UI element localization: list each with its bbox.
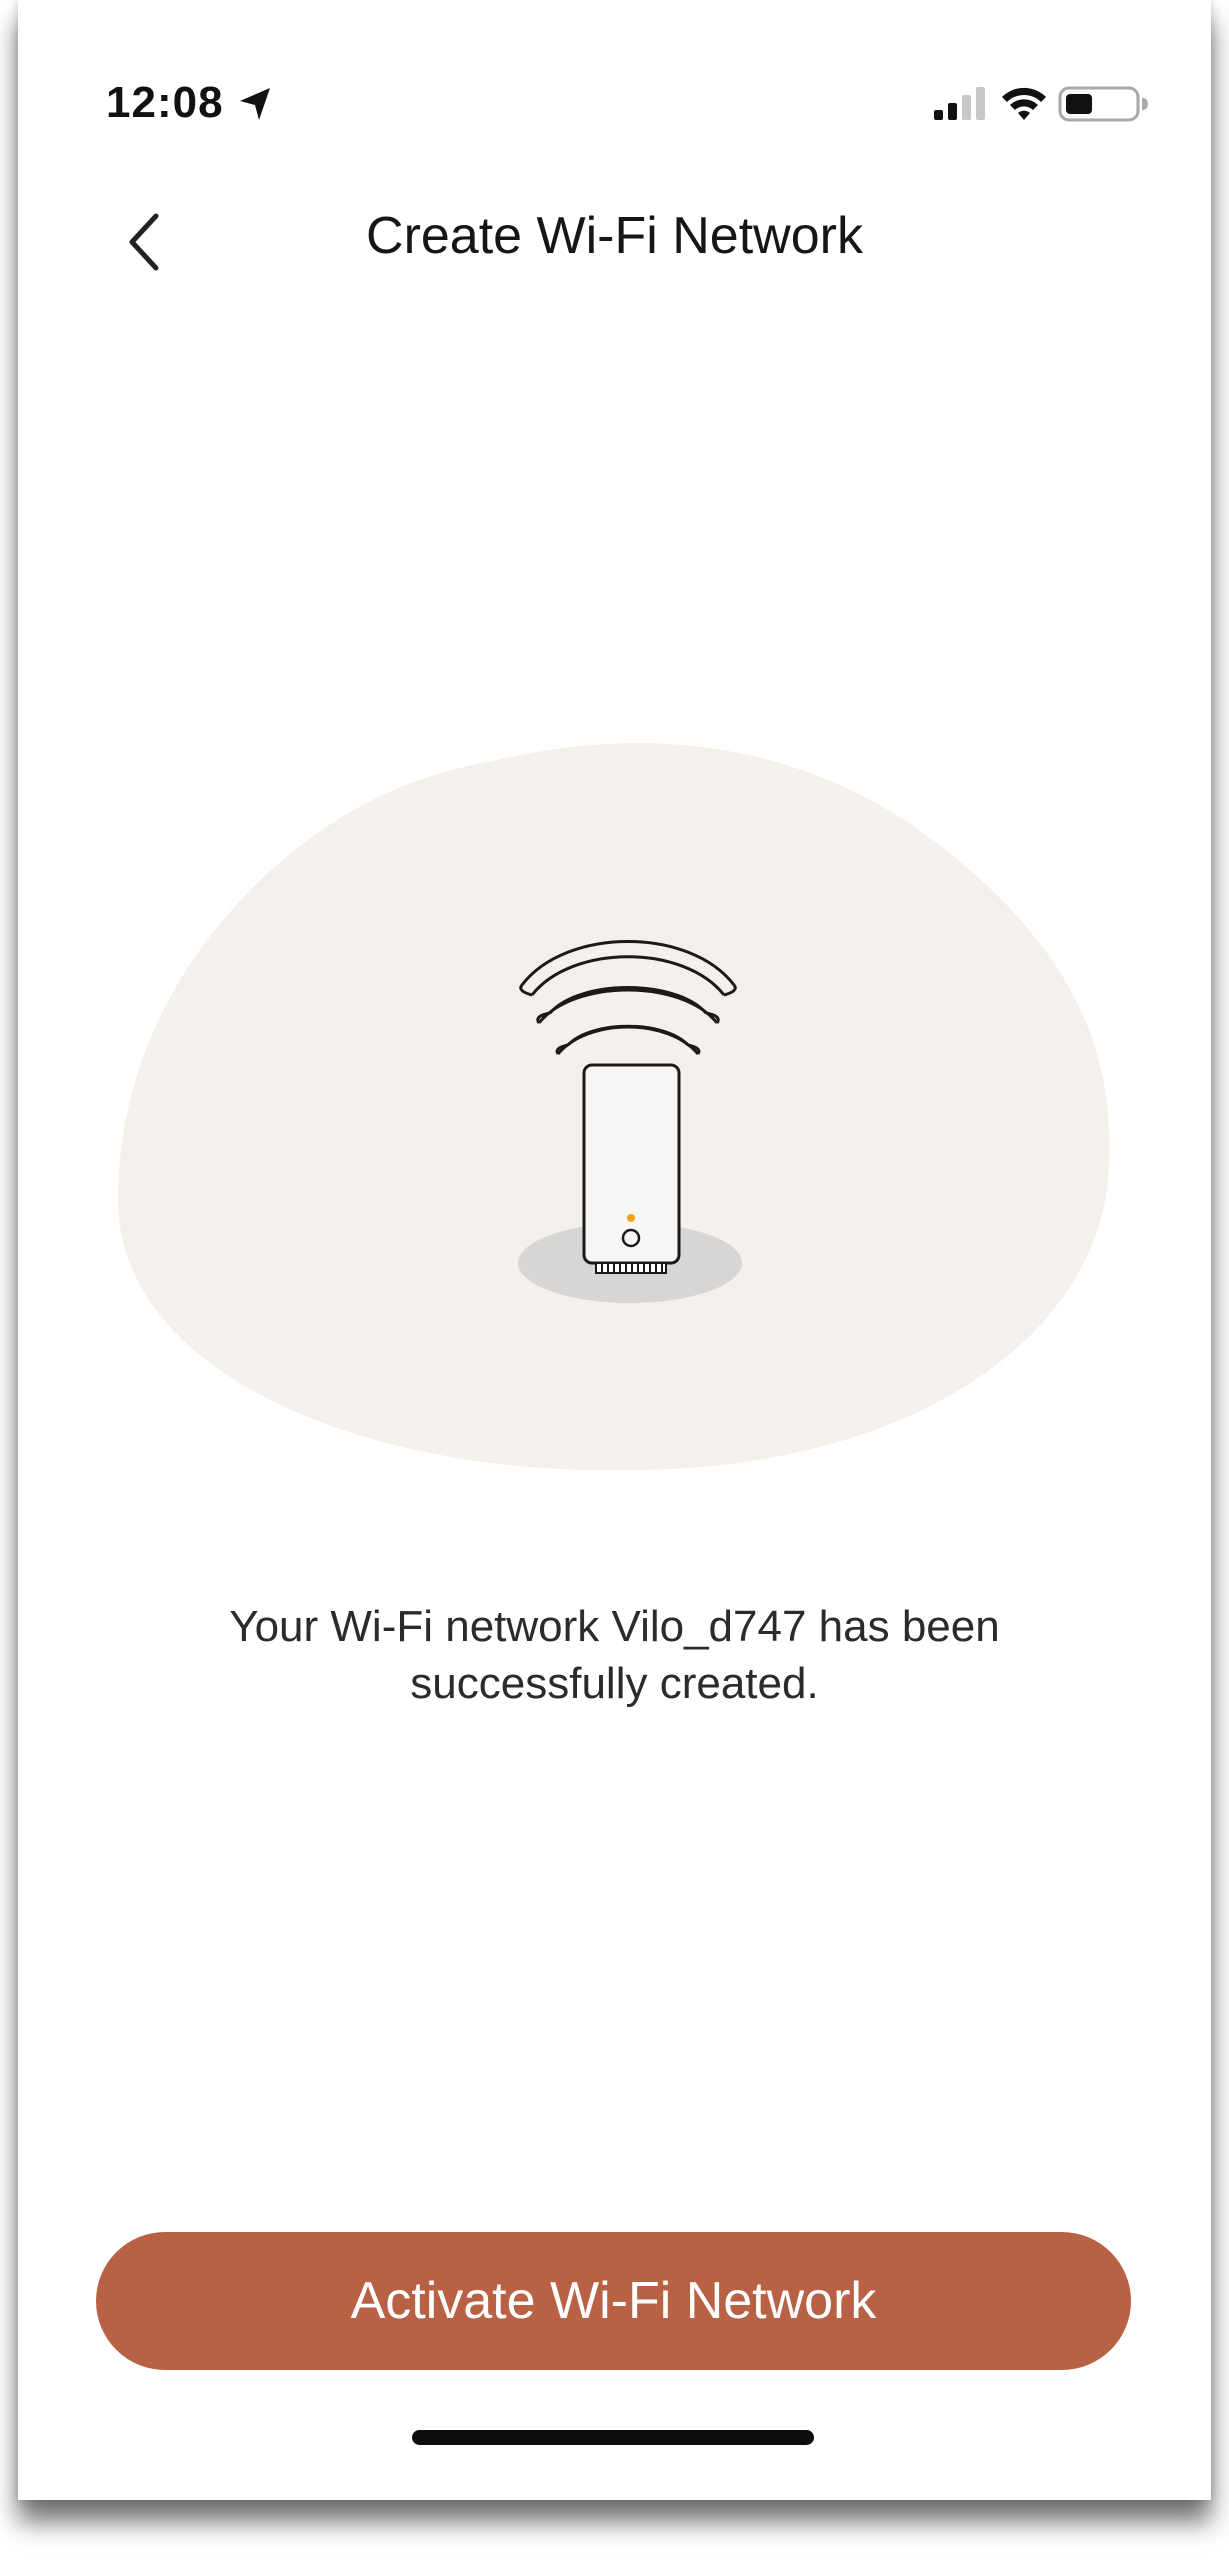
screen: 12:08 Create Wi-Fi Network Your Wi-Fi ne… <box>0 0 1229 2571</box>
wifi-router-icon <box>582 1063 681 1274</box>
status-time: 12:08 <box>106 78 224 127</box>
location-arrow-icon <box>240 88 270 120</box>
message-line-1: Your Wi-Fi network Vilo_d747 has been <box>229 1602 1000 1651</box>
page-title: Create Wi-Fi Network <box>366 207 863 265</box>
success-message: Your Wi-Fi network Vilo_d747 has been su… <box>138 1598 1091 1712</box>
router-illustration <box>118 743 1110 1471</box>
status-bar: 12:08 <box>18 0 1211 200</box>
activate-wifi-button[interactable]: Activate Wi-Fi Network <box>96 2232 1131 2370</box>
phone-screen: 12:08 Create Wi-Fi Network Your Wi-Fi ne… <box>18 0 1211 2500</box>
cellular-signal-icon <box>934 87 985 120</box>
message-line-2: successfully created. <box>410 1659 819 1708</box>
battery-icon <box>1058 86 1148 122</box>
nav-bar: Create Wi-Fi Network <box>18 190 1211 300</box>
home-indicator[interactable] <box>412 2430 814 2445</box>
wifi-status-icon <box>1002 87 1046 120</box>
